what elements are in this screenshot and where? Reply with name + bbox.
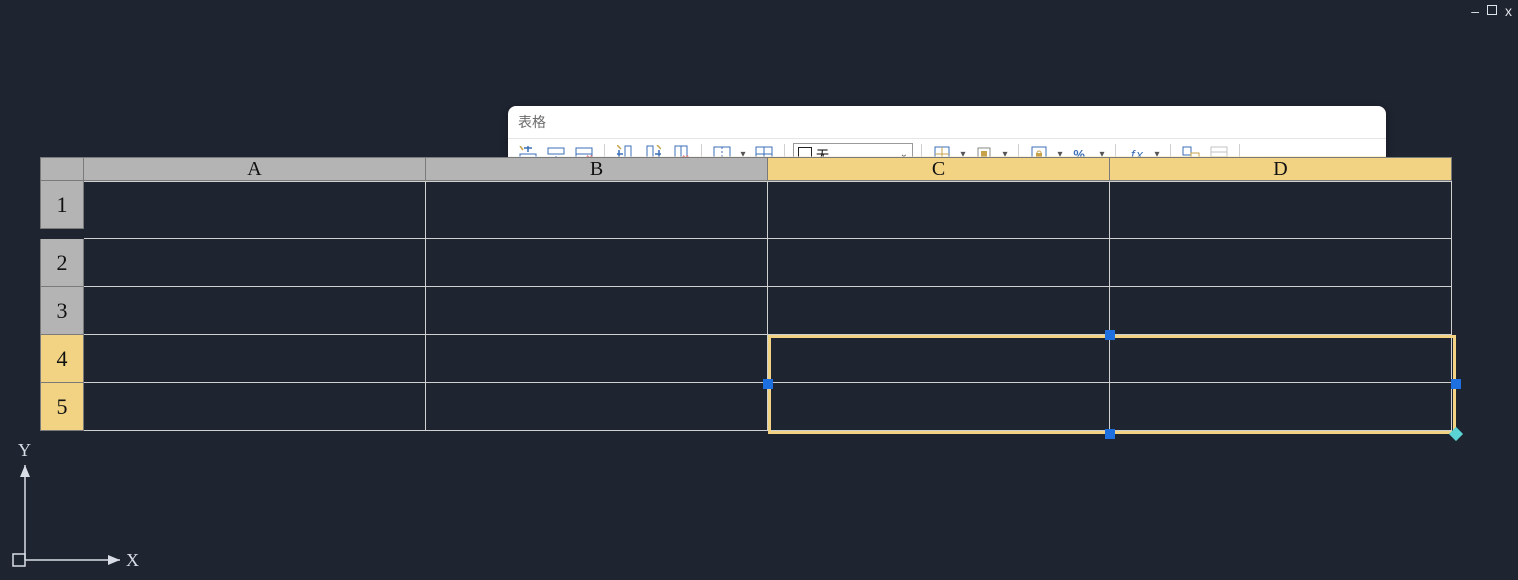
row-header-2[interactable]: 2 (40, 239, 84, 287)
cell-A4[interactable] (84, 335, 426, 383)
table-row: 3 (40, 287, 1452, 335)
cell-B2[interactable] (426, 239, 768, 287)
close-button[interactable]: x (1505, 4, 1512, 18)
cell-C2[interactable] (768, 239, 1110, 287)
column-header-D[interactable]: D (1110, 157, 1452, 181)
cell-C4[interactable] (768, 335, 1110, 383)
cell-D2[interactable] (1110, 239, 1452, 287)
drawing-table[interactable]: A B C D 1 2 3 4 (40, 157, 1452, 431)
cell-B4[interactable] (426, 335, 768, 383)
row-header-1[interactable]: 1 (40, 181, 84, 229)
window-controls: – x (1471, 4, 1512, 18)
table-row: 4 (40, 335, 1452, 383)
cell-B3[interactable] (426, 287, 768, 335)
cell-B5[interactable] (426, 383, 768, 431)
cell-C5[interactable] (768, 383, 1110, 431)
cell-A3[interactable] (84, 287, 426, 335)
cell-C1[interactable] (768, 181, 1110, 239)
table-row: 1 (40, 181, 1452, 239)
ucs-y-label: Y (18, 440, 31, 460)
cell-D1[interactable] (1110, 181, 1452, 239)
column-header-A[interactable]: A (84, 157, 426, 181)
cell-A1[interactable] (84, 181, 426, 239)
row-header-3[interactable]: 3 (40, 287, 84, 335)
cell-A5[interactable] (84, 383, 426, 431)
toolbar-title: 表格 (508, 106, 1386, 138)
ucs-icon[interactable]: X Y (10, 440, 130, 570)
cell-A2[interactable] (84, 239, 426, 287)
selection-grip[interactable] (1451, 379, 1461, 389)
maximize-button[interactable] (1487, 5, 1497, 15)
table-row: 5 (40, 383, 1452, 431)
cell-D3[interactable] (1110, 287, 1452, 335)
cell-D4[interactable] (1110, 335, 1452, 383)
row-header-4[interactable]: 4 (40, 335, 84, 383)
table-rows: 1 2 3 4 5 (40, 181, 1452, 431)
cell-B1[interactable] (426, 181, 768, 239)
selection-grip[interactable] (763, 379, 773, 389)
row-header-5[interactable]: 5 (40, 383, 84, 431)
selection-grip[interactable] (1105, 330, 1115, 340)
header-corner[interactable] (40, 157, 84, 181)
selection-grip[interactable] (1105, 429, 1115, 439)
column-headers: A B C D (40, 157, 1452, 181)
column-header-C[interactable]: C (768, 157, 1110, 181)
cell-C3[interactable] (768, 287, 1110, 335)
column-header-B[interactable]: B (426, 157, 768, 181)
minimize-button[interactable]: – (1471, 4, 1479, 18)
table-row: 2 (40, 239, 1452, 287)
cell-D5[interactable] (1110, 383, 1452, 431)
ucs-x-label: X (126, 550, 139, 570)
